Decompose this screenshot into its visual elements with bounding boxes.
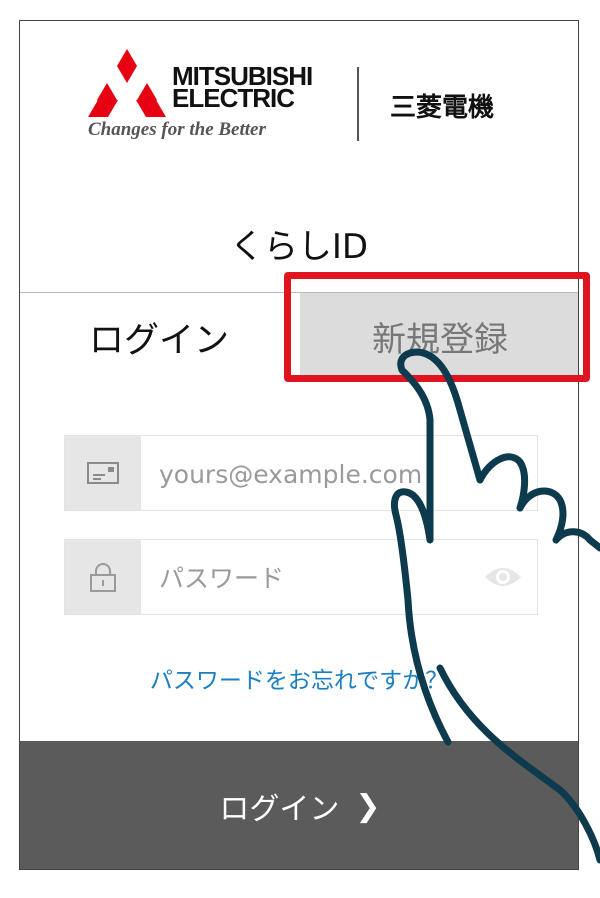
envelope-card-icon (65, 436, 141, 510)
brand-name-jp: 三菱電機 (390, 93, 495, 123)
email-field[interactable] (64, 435, 538, 512)
login-button[interactable]: ログイン ❯ (20, 741, 578, 869)
tab-login[interactable]: ログイン (20, 293, 298, 381)
page-title: くらしID (229, 227, 369, 267)
forgot-password-link[interactable]: パスワードをお忘れですか？ (150, 668, 448, 694)
brand-name-line2: ELECTRIC (172, 83, 295, 113)
lock-icon (65, 540, 141, 614)
three-diamonds-logo-icon (88, 49, 166, 117)
eye-icon[interactable] (483, 562, 523, 592)
forgot-password: パスワードをお忘れですか？ (20, 661, 578, 695)
password-field[interactable] (64, 539, 538, 616)
chevron-right-icon: ❯ (355, 788, 381, 824)
brand-tagline: Changes for the Better (88, 119, 266, 140)
email-input[interactable] (157, 436, 481, 512)
login-button-label: ログイン (219, 792, 340, 827)
logo-divider (357, 67, 359, 141)
login-panel: MITSUBISHI ELECTRIC Changes for the Bett… (19, 20, 579, 870)
password-input[interactable] (157, 540, 481, 616)
highlight-box (284, 272, 590, 382)
brand-name: MITSUBISHI ELECTRIC (172, 63, 313, 113)
